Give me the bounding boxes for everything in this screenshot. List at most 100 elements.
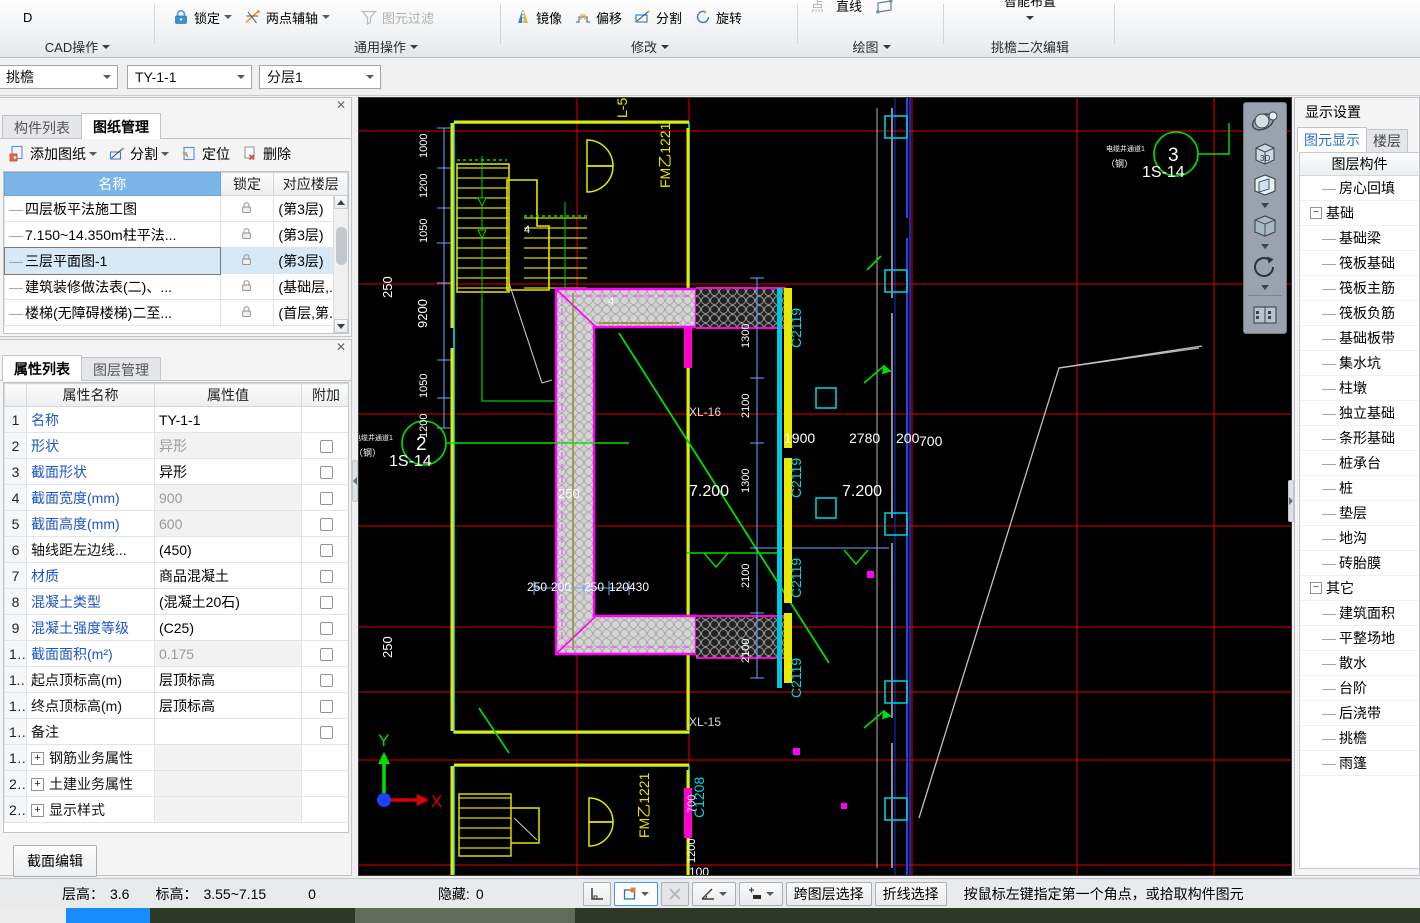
ortho-icon[interactable] xyxy=(582,881,611,906)
add-drawing-button[interactable]: 添加图纸 xyxy=(4,142,102,166)
table-row[interactable]: 1 名称 TY-1-1 xyxy=(4,406,348,433)
layer-component-item[interactable]: — 筏板主筋 xyxy=(1300,276,1419,301)
checkbox[interactable] xyxy=(319,466,333,480)
solid-cube-icon[interactable] xyxy=(1246,211,1284,241)
chevron-down-icon[interactable] xyxy=(766,891,775,896)
checkbox[interactable] xyxy=(319,596,333,610)
prop-extra[interactable] xyxy=(301,718,348,745)
cross-layer-select-button[interactable]: 跨图层选择 xyxy=(785,881,872,906)
expand-icon[interactable]: + xyxy=(31,804,44,818)
prop-extra[interactable] xyxy=(301,484,348,511)
prop-extra[interactable] xyxy=(301,562,348,589)
layer-component-item[interactable]: — 基础板带 xyxy=(1300,326,1419,351)
rectangle-button[interactable] xyxy=(868,0,898,19)
layer-component-item[interactable]: — 基础梁 xyxy=(1300,226,1419,251)
table-row[interactable]: 8 混凝土类型 (混凝土20石) xyxy=(4,588,348,615)
prop-extra[interactable] xyxy=(301,614,348,641)
table-row[interactable]: 14 + 钢筋业务属性 xyxy=(4,744,348,771)
prop-extra[interactable] xyxy=(301,458,348,485)
checkbox[interactable] xyxy=(319,492,333,506)
checkbox[interactable] xyxy=(319,700,333,714)
table-row[interactable]: —7.150~14.350m柱平法... (第3层) xyxy=(4,221,348,248)
column-header-lock[interactable]: 锁定 xyxy=(219,172,275,196)
checkbox[interactable] xyxy=(319,544,333,558)
table-row[interactable]: 9 混凝土强度等级 (C25) xyxy=(4,614,348,641)
prop-extra[interactable] xyxy=(301,666,348,693)
prop-value[interactable]: 0.175 xyxy=(154,640,302,667)
prop-value[interactable]: 900 xyxy=(154,484,302,511)
rotate-button[interactable]: 旋转 xyxy=(688,3,748,31)
checkbox[interactable] xyxy=(319,622,333,636)
taskbar-segment[interactable] xyxy=(355,908,575,923)
layer-component-item[interactable]: − 基础 xyxy=(1300,201,1419,226)
column-header-floor[interactable]: 对应楼层 xyxy=(273,172,348,196)
tab-property-list[interactable]: 属性列表 xyxy=(2,355,82,381)
prop-value[interactable]: 层顶标高 xyxy=(154,692,302,719)
prop-value[interactable]: 商品混凝土 xyxy=(154,562,302,589)
layer-component-item[interactable]: — 散水 xyxy=(1300,651,1419,676)
delete-button[interactable]: 删除 xyxy=(237,142,296,166)
drawing-list-scrollbar[interactable] xyxy=(333,195,348,333)
table-row[interactable]: 6 轴线距左边线... (450) xyxy=(4,536,348,563)
table-row[interactable]: 2 形状 异形 xyxy=(4,432,348,459)
checkbox[interactable] xyxy=(319,570,333,584)
tab-component-list[interactable]: 构件列表 xyxy=(2,115,82,139)
angle-icon[interactable] xyxy=(691,881,736,906)
collapse-icon[interactable]: − xyxy=(1310,207,1322,219)
layer-component-item[interactable]: — 集水坑 xyxy=(1300,351,1419,376)
tab-element-display[interactable]: 图元显示 xyxy=(1297,127,1367,152)
column-header-extra[interactable]: 附加 xyxy=(301,383,348,407)
prop-value[interactable]: TY-1-1 xyxy=(154,406,302,433)
mirror-button[interactable]: 镜像 xyxy=(508,3,568,31)
table-row[interactable]: 10 截面面积(m²) 0.175 xyxy=(4,640,348,667)
scroll-up-icon[interactable] xyxy=(334,195,348,209)
right-panel-splitter[interactable] xyxy=(1288,480,1294,522)
layer-component-item[interactable]: — 垫层 xyxy=(1300,501,1419,526)
close-icon[interactable]: ✕ xyxy=(334,341,348,354)
cube-3d-icon[interactable]: 3D xyxy=(1246,138,1284,168)
prop-extra[interactable] xyxy=(301,510,348,537)
table-row[interactable]: 11 起点顶标高(m) 层顶标高 xyxy=(4,666,348,693)
chevron-down-icon[interactable] xyxy=(1261,203,1269,208)
table-row[interactable]: — 建筑装修做法表(二)、... (基础层,... xyxy=(4,273,348,300)
expand-icon[interactable]: + xyxy=(31,778,44,792)
prop-value[interactable] xyxy=(154,718,302,745)
checkbox[interactable] xyxy=(319,674,333,688)
dwg-button[interactable]: D xyxy=(0,3,38,31)
prop-extra[interactable] xyxy=(301,536,348,563)
layer-component-item[interactable]: − 其它 xyxy=(1300,576,1419,601)
lock-button[interactable]: 锁定 xyxy=(166,3,238,31)
ribbon-group-draw-caption[interactable]: 绘图 xyxy=(799,37,944,56)
layer-component-item[interactable]: — 柱墩 xyxy=(1300,376,1419,401)
layer-select[interactable]: 分层1 xyxy=(259,65,381,89)
chevron-down-icon[interactable] xyxy=(719,891,728,896)
lock-cell[interactable] xyxy=(219,195,275,222)
table-row[interactable]: — 三层平面图-1 (第3层) xyxy=(4,246,348,275)
table-row[interactable]: 3 截面形状 异形 xyxy=(4,458,348,485)
cad-drawing-canvas[interactable]: 2 1S-14 电缆井通道1 （钢） 3 1S-14 电缆井通道1 （钢） xyxy=(358,97,1292,876)
smart-layout-button[interactable]: 智能布置 xyxy=(998,0,1062,14)
scroll-down-icon[interactable] xyxy=(334,319,348,333)
layer-component-item[interactable]: — 条形基础 xyxy=(1300,426,1419,451)
chevron-down-icon[interactable] xyxy=(641,891,650,896)
prop-extra[interactable] xyxy=(301,692,348,719)
table-row[interactable]: 29 + 显示样式 xyxy=(4,796,348,823)
section-edit-button[interactable]: 截面编辑 xyxy=(13,845,97,877)
prop-value[interactable]: (C25) xyxy=(154,614,302,641)
offset-button[interactable]: 偏移 xyxy=(568,3,628,31)
taskbar-segment[interactable] xyxy=(150,908,355,923)
lock-cell[interactable] xyxy=(219,221,275,248)
ribbon-group-cad-caption[interactable]: CAD操作 xyxy=(0,37,155,56)
layer-component-item[interactable]: — 挑檐 xyxy=(1300,726,1419,751)
chevron-down-icon[interactable] xyxy=(1261,244,1269,249)
layer-component-item[interactable]: — 桩 xyxy=(1300,476,1419,501)
prop-extra[interactable] xyxy=(301,640,348,667)
close-icon[interactable]: ✕ xyxy=(334,99,348,112)
layer-component-item[interactable]: — 房心回填 xyxy=(1300,176,1419,201)
table-row[interactable]: 4 截面宽度(mm) 900 xyxy=(4,484,348,511)
prop-value[interactable]: 异形 xyxy=(154,432,302,459)
column-header-prop-value[interactable]: 属性值 xyxy=(154,383,302,407)
layer-component-item[interactable]: — 独立基础 xyxy=(1300,401,1419,426)
scroll-thumb[interactable] xyxy=(336,227,347,265)
table-row[interactable]: — 四层板平法施工图 (第3层) xyxy=(4,195,348,222)
